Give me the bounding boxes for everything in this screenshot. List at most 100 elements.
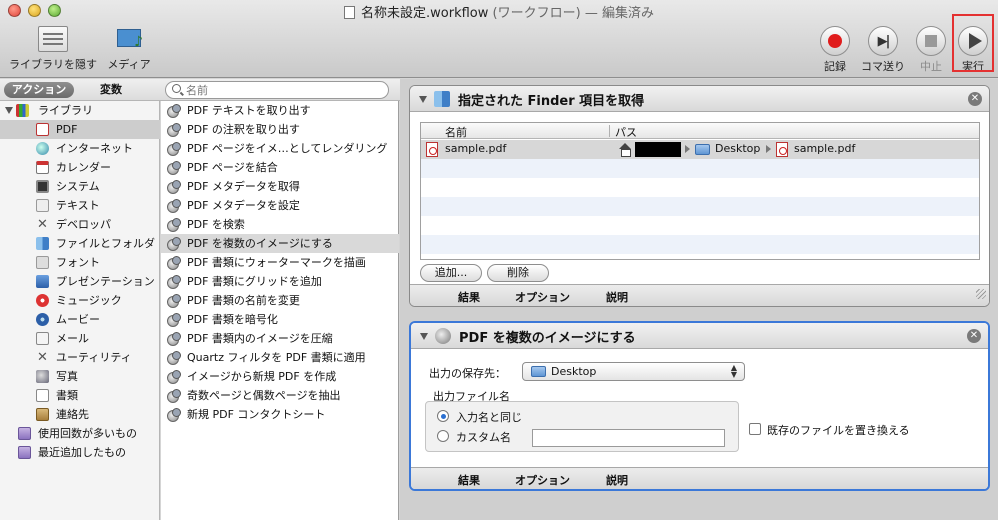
category-recently-added[interactable]: 最近追加したもの — [0, 443, 160, 462]
category-internet[interactable]: インターネット — [0, 139, 160, 158]
category-most-used[interactable]: 使用回数が多いもの — [0, 424, 160, 443]
action-label: PDF 書類内のイメージを圧縮 — [187, 332, 333, 345]
add-button[interactable]: 追加... — [420, 264, 482, 282]
font-icon — [36, 256, 49, 269]
photo-icon — [36, 370, 49, 383]
smart-folder-icon — [18, 427, 31, 440]
automator-action-icon — [167, 275, 181, 289]
home-icon — [619, 143, 631, 157]
action-item[interactable]: PDF 書類を暗号化 — [161, 310, 399, 329]
stop-label: 中止 — [920, 60, 942, 73]
radio-same-as-input[interactable] — [437, 410, 449, 422]
hide-library-button[interactable]: ライブラリを隠す — [8, 26, 98, 72]
finder-icon — [36, 237, 49, 250]
action-label: 奇数ページと偶数ページを抽出 — [187, 389, 341, 402]
column-header-name[interactable]: 名前 — [445, 124, 467, 140]
step-footer: 結果 オプション 説明 — [411, 467, 988, 489]
workflow-step-get-finder-items[interactable]: 指定された Finder 項目を取得 ✕ 名前 パス sample.pdf De… — [409, 85, 990, 307]
stop-button[interactable] — [916, 26, 946, 56]
action-item[interactable]: PDF ページをイメ…としてレンダリング — [161, 139, 399, 158]
action-item[interactable]: 奇数ページと偶数ページを抽出 — [161, 386, 399, 405]
search-icon — [172, 84, 181, 93]
chevron-updown-icon: ▲ ▼ — [730, 363, 737, 379]
column-header-path[interactable]: パス — [615, 124, 637, 140]
media-button[interactable]: メディア — [104, 26, 154, 72]
mail-icon — [36, 332, 49, 345]
run-highlight-box — [952, 14, 994, 72]
category-text[interactable]: テキスト — [0, 196, 160, 215]
action-item[interactable]: PDF メタデータを設定 — [161, 196, 399, 215]
automator-action-icon — [167, 123, 181, 137]
options-tab[interactable]: オプション — [515, 289, 570, 305]
category-music[interactable]: ミュージック — [0, 291, 160, 310]
actions-tab[interactable]: アクション — [4, 82, 74, 98]
workflow-area: 指定された Finder 項目を取得 ✕ 名前 パス sample.pdf De… — [400, 79, 998, 520]
action-item[interactable]: PDF テキストを取り出す — [161, 101, 399, 120]
table-row[interactable]: sample.pdf Desktop sample.pdf — [421, 140, 979, 159]
category-fonts[interactable]: フォント — [0, 253, 160, 272]
replace-existing-checkbox[interactable] — [749, 423, 761, 435]
category-photos[interactable]: 写真 — [0, 367, 160, 386]
category-developer[interactable]: ✕ デベロッパ — [0, 215, 160, 234]
category-system[interactable]: システム — [0, 177, 160, 196]
radio-custom-name[interactable] — [437, 430, 449, 442]
search-field[interactable] — [165, 81, 389, 99]
category-utilities[interactable]: ✕ ユーティリティ — [0, 348, 160, 367]
action-label: 新規 PDF コンタクトシート — [187, 408, 326, 421]
category-contacts[interactable]: 連絡先 — [0, 405, 160, 424]
variables-tab[interactable]: 変数 — [100, 82, 122, 98]
automator-action-icon — [167, 408, 181, 422]
action-item[interactable]: PDF 書類にグリッドを追加 — [161, 272, 399, 291]
collapse-triangle-icon[interactable] — [420, 333, 428, 340]
category-documents[interactable]: 書類 — [0, 386, 160, 405]
automator-action-icon — [167, 313, 181, 327]
action-item[interactable]: 新規 PDF コンタクトシート — [161, 405, 399, 424]
save-to-label: 出力の保存先： — [429, 367, 506, 380]
category-movies[interactable]: ムービー — [0, 310, 160, 329]
category-calendar[interactable]: カレンダー — [0, 158, 160, 177]
results-tab[interactable]: 結果 — [458, 289, 480, 305]
description-tab[interactable]: 説明 — [606, 289, 628, 305]
automator-action-icon — [167, 218, 181, 232]
action-item[interactable]: PDF の注釈を取り出す — [161, 120, 399, 139]
close-step-icon[interactable]: ✕ — [967, 329, 981, 343]
category-mail[interactable]: メール — [0, 329, 160, 348]
category-pdf[interactable]: PDF — [0, 120, 160, 139]
options-tab[interactable]: オプション — [515, 472, 570, 488]
category-library[interactable]: ライブラリ — [0, 101, 160, 120]
action-item[interactable]: PDF 書類にウォーターマークを描画 — [161, 253, 399, 272]
custom-name-input[interactable] — [532, 429, 725, 447]
description-tab[interactable]: 説明 — [606, 472, 628, 488]
action-list: PDF テキストを取り出す PDF の注釈を取り出す PDF ページをイメ…とし… — [161, 101, 399, 520]
empty-row — [421, 159, 979, 178]
action-item[interactable]: Quartz フィルタを PDF 書類に適用 — [161, 348, 399, 367]
action-item[interactable]: PDF ページを結合 — [161, 158, 399, 177]
record-button[interactable] — [820, 26, 850, 56]
music-icon — [36, 294, 49, 307]
action-label: イメージから新規 PDF を作成 — [187, 370, 337, 383]
close-step-icon[interactable]: ✕ — [968, 92, 982, 106]
pdf-icon — [36, 123, 49, 136]
collapse-triangle-icon[interactable] — [419, 96, 427, 103]
action-item[interactable]: PDF メタデータを取得 — [161, 177, 399, 196]
results-tab[interactable]: 結果 — [458, 472, 480, 488]
action-item[interactable]: PDF を検索 — [161, 215, 399, 234]
resize-grip-icon[interactable] — [976, 289, 986, 299]
action-label: PDF ページを結合 — [187, 161, 278, 174]
automator-action-icon — [167, 142, 181, 156]
search-input[interactable] — [186, 83, 381, 97]
automator-action-icon — [167, 256, 181, 270]
delete-button[interactable]: 削除 — [487, 264, 549, 282]
record-label: 記録 — [824, 60, 846, 73]
action-item-selected[interactable]: PDF を複数のイメージにする — [161, 234, 399, 253]
category-files-folders[interactable]: ファイルとフォルダ — [0, 234, 160, 253]
workflow-step-render-pdf-images[interactable]: PDF を複数のイメージにする ✕ 出力の保存先： Desktop ▲ ▼ 出力フ… — [409, 321, 990, 491]
action-item[interactable]: PDF 書類の名前を変更 — [161, 291, 399, 310]
category-presentation[interactable]: プレゼンテーション — [0, 272, 160, 291]
step-button[interactable]: ▶| — [868, 26, 898, 56]
disclosure-triangle-icon[interactable] — [5, 107, 13, 114]
save-to-popup[interactable]: Desktop ▲ ▼ — [522, 362, 745, 381]
empty-row — [421, 235, 979, 254]
action-item[interactable]: イメージから新規 PDF を作成 — [161, 367, 399, 386]
action-item[interactable]: PDF 書類内のイメージを圧縮 — [161, 329, 399, 348]
